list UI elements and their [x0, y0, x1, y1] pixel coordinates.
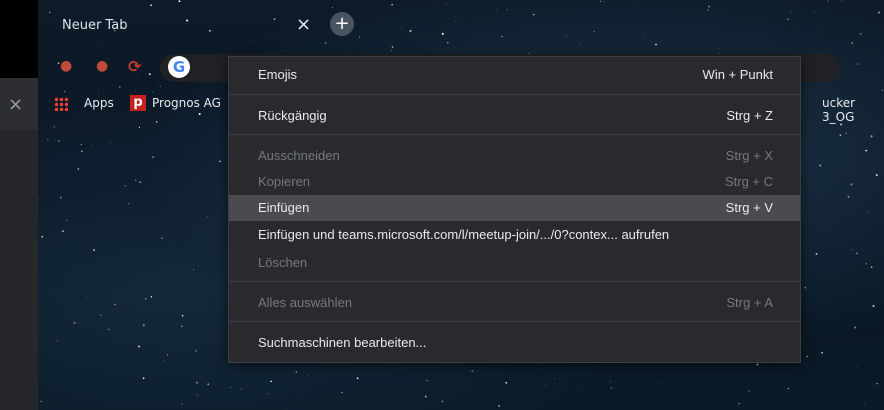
- menu-item-label: Einfügen: [258, 200, 310, 215]
- reload-icon[interactable]: ⟳: [128, 57, 141, 76]
- menu-item-shortcut: Strg + C: [724, 174, 773, 189]
- menu-item-label: Suchmaschinen bearbeiten...: [258, 335, 427, 350]
- side-close-icon[interactable]: ×: [8, 94, 23, 115]
- tab-close-icon[interactable]: ×: [296, 14, 311, 35]
- menu-item-paste[interactable]: Einfügen Strg + V: [229, 195, 800, 221]
- tab-strip: Neuer Tab × +: [38, 0, 884, 46]
- apps-grid-icon: [54, 97, 68, 111]
- google-logo-icon: G: [168, 56, 190, 78]
- new-tab-button[interactable]: +: [330, 12, 354, 36]
- left-window-strip: [0, 0, 38, 410]
- back-icon[interactable]: ●: [60, 58, 72, 74]
- menu-separator: [229, 134, 800, 135]
- menu-item-shortcut: Strg + V: [725, 200, 773, 215]
- menu-item-label: Ausschneiden: [258, 148, 340, 163]
- menu-item-shortcut: Strg + Z: [726, 108, 773, 123]
- menu-separator: [229, 321, 800, 322]
- menu-item-cut: Ausschneiden Strg + X: [229, 143, 800, 169]
- menu-item-shortcut: Strg + X: [725, 148, 773, 163]
- menu-item-shortcut: Strg + A: [726, 295, 773, 310]
- menu-item-label: Einfügen und teams.microsoft.com/l/meetu…: [258, 227, 670, 242]
- menu-item-undo[interactable]: Rückgängig Strg + Z: [229, 103, 800, 129]
- tab-title[interactable]: Neuer Tab: [62, 18, 127, 33]
- prognos-icon: p: [130, 95, 146, 111]
- menu-item-shortcut: Win + Punkt: [702, 67, 773, 82]
- navigation-buttons: ● ●: [38, 52, 168, 82]
- menu-item-select-all: Alles auswählen Strg + A: [229, 290, 800, 316]
- menu-item-label: Emojis: [258, 67, 298, 82]
- forward-icon[interactable]: ●: [96, 58, 108, 74]
- menu-item-label: Rückgängig: [258, 108, 327, 123]
- menu-item-label: Löschen: [258, 255, 308, 270]
- bookmark-prognos[interactable]: Prognos AG: [152, 96, 221, 110]
- menu-item-emojis[interactable]: Emojis Win + Punkt: [229, 62, 800, 88]
- bookmark-apps[interactable]: Apps: [84, 96, 114, 110]
- bookmark-ucker[interactable]: ucker 3_OG: [822, 96, 884, 124]
- menu-item-copy: Kopieren Strg + C: [229, 169, 800, 195]
- menu-item-paste-and-go[interactable]: Einfügen und teams.microsoft.com/l/meetu…: [229, 222, 800, 248]
- menu-item-label: Alles auswählen: [258, 295, 352, 310]
- menu-item-label: Kopieren: [258, 174, 311, 189]
- menu-item-delete: Löschen: [229, 250, 800, 276]
- menu-separator: [229, 281, 800, 282]
- context-menu: Emojis Win + Punkt Rückgängig Strg + Z A…: [228, 56, 801, 363]
- menu-item-edit-search-engines[interactable]: Suchmaschinen bearbeiten...: [229, 330, 800, 356]
- menu-separator: [229, 94, 800, 95]
